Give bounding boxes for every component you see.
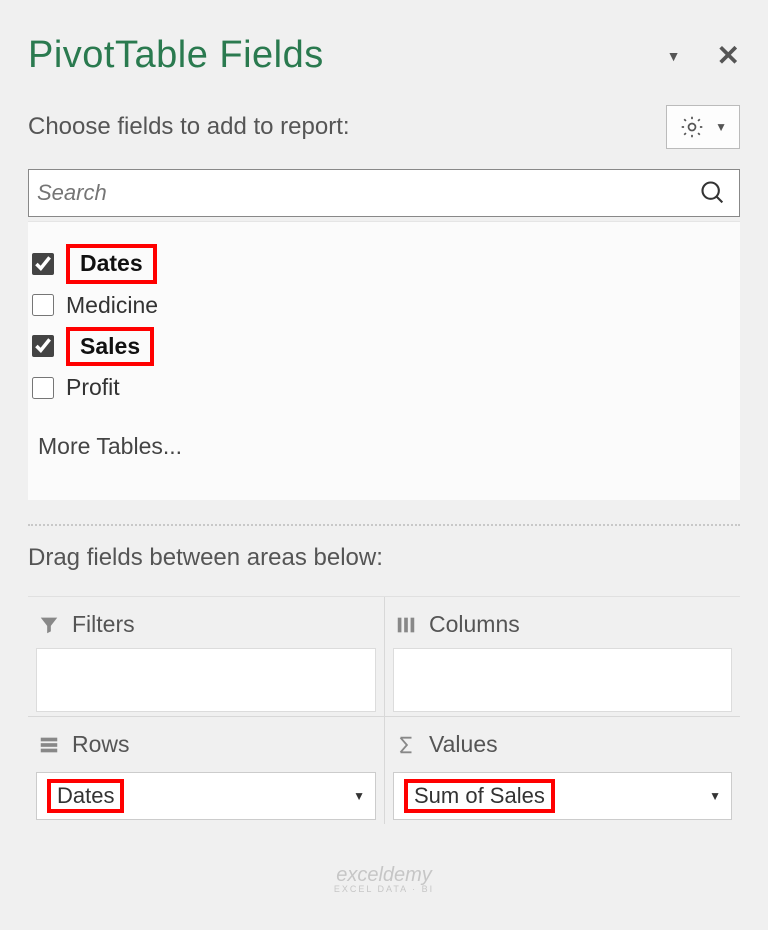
- field-label: Profit: [66, 374, 120, 401]
- field-label: Medicine: [66, 292, 158, 319]
- search-box[interactable]: [28, 169, 740, 217]
- area-label: Filters: [72, 611, 135, 638]
- columns-icon: [395, 614, 417, 636]
- choose-fields-label: Choose fields to add to report:: [28, 113, 350, 141]
- highlight-box: Sum of Sales: [404, 779, 555, 813]
- areas-grid: Filters Columns Rows: [28, 596, 740, 824]
- area-label: Columns: [429, 611, 520, 638]
- area-header-values: Values: [393, 727, 732, 768]
- search-icon: [699, 179, 727, 207]
- field-row-profit[interactable]: Profit: [32, 370, 736, 405]
- area-filters[interactable]: Filters: [28, 597, 384, 716]
- field-checkbox-medicine[interactable]: [32, 294, 54, 316]
- section-divider: [28, 524, 740, 526]
- highlight-box: Dates: [66, 244, 157, 284]
- rows-field-pill[interactable]: Dates ▼: [36, 772, 376, 820]
- watermark: exceldemy EXCEL DATA · BI: [334, 865, 434, 894]
- field-row-sales[interactable]: Sales: [32, 323, 736, 371]
- areas-row-2: Rows Dates ▼ Values: [28, 716, 740, 824]
- highlight-box: Dates: [47, 779, 124, 813]
- header-controls: ▼ ✕: [667, 39, 740, 72]
- subhead-row: Choose fields to add to report: ▼: [28, 105, 740, 149]
- watermark-brand: exceldemy: [336, 864, 432, 886]
- highlight-box: Sales: [66, 327, 154, 367]
- area-header-filters: Filters: [36, 607, 376, 648]
- panel-header: PivotTable Fields ▼ ✕: [28, 34, 740, 77]
- field-checkbox-dates[interactable]: [32, 253, 54, 275]
- area-columns[interactable]: Columns: [384, 597, 740, 716]
- area-values[interactable]: Values Sum of Sales ▼: [384, 717, 740, 824]
- area-label: Rows: [72, 731, 130, 758]
- pivottable-fields-panel: PivotTable Fields ▼ ✕ Choose fields to a…: [0, 0, 768, 824]
- field-row-medicine[interactable]: Medicine: [32, 288, 736, 323]
- search-input[interactable]: [35, 176, 699, 210]
- area-label: Values: [429, 731, 498, 758]
- chevron-down-icon: ▼: [715, 120, 727, 134]
- pill-label: Dates: [57, 783, 114, 808]
- field-label: Dates: [80, 250, 143, 276]
- field-checkbox-profit[interactable]: [32, 377, 54, 399]
- sigma-icon: [395, 734, 417, 756]
- panel-title: PivotTable Fields: [28, 34, 324, 77]
- drag-areas-label: Drag fields between areas below:: [28, 544, 740, 572]
- more-tables-link[interactable]: More Tables...: [32, 433, 736, 460]
- close-icon[interactable]: ✕: [717, 39, 740, 72]
- area-header-columns: Columns: [393, 607, 732, 648]
- columns-drop-zone[interactable]: [393, 648, 732, 712]
- field-label: Sales: [80, 333, 140, 359]
- chevron-down-icon: ▼: [353, 789, 365, 803]
- field-list: Dates Medicine Sales Profit More Tables.…: [28, 221, 740, 500]
- area-rows[interactable]: Rows Dates ▼: [28, 717, 384, 824]
- panel-menu-dropdown[interactable]: ▼: [667, 48, 681, 64]
- area-header-rows: Rows: [36, 727, 376, 768]
- field-row-dates[interactable]: Dates: [32, 240, 736, 288]
- field-list-settings-button[interactable]: ▼: [666, 105, 740, 149]
- chevron-down-icon: ▼: [709, 789, 721, 803]
- gear-icon: [679, 114, 705, 140]
- pill-label: Sum of Sales: [414, 783, 545, 808]
- filter-icon: [38, 614, 60, 636]
- rows-icon: [38, 734, 60, 756]
- watermark-tag: EXCEL DATA · BI: [334, 885, 434, 894]
- values-field-pill[interactable]: Sum of Sales ▼: [393, 772, 732, 820]
- filters-drop-zone[interactable]: [36, 648, 376, 712]
- field-checkbox-sales[interactable]: [32, 335, 54, 357]
